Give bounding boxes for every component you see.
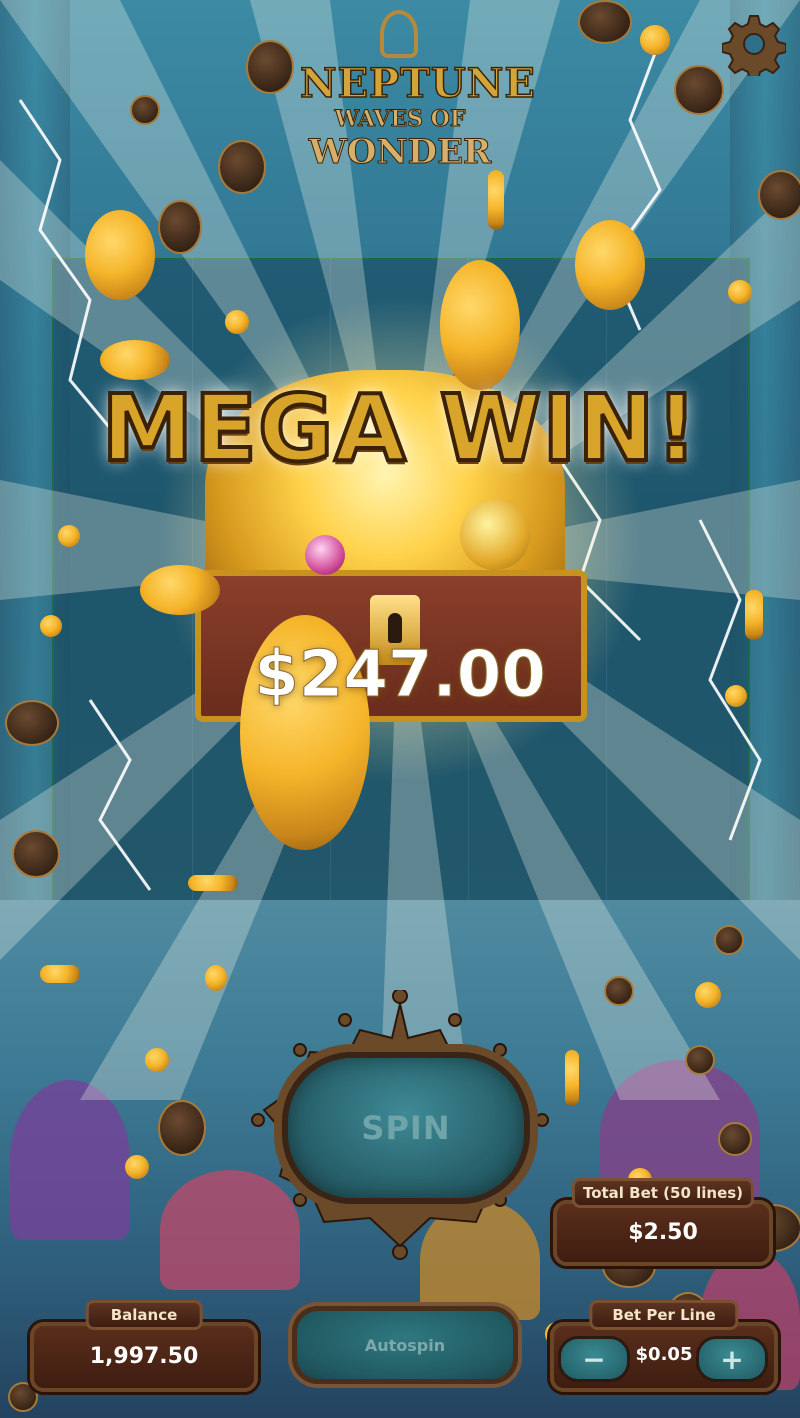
dark-coin <box>246 40 294 94</box>
logo-title: NEPTUNE <box>299 59 536 108</box>
dark-coin <box>12 830 60 878</box>
gold-coin <box>40 615 62 637</box>
game-logo: NEPTUNE WAVES OF WONDER <box>299 10 536 173</box>
gold-coin <box>40 965 80 983</box>
spin-frame: SPIN <box>240 990 560 1270</box>
dark-coin <box>718 1122 752 1156</box>
total-bet-value: $2.50 <box>628 1220 698 1245</box>
dark-coin <box>714 925 744 955</box>
dark-coin <box>685 1045 715 1075</box>
trident-emblem-icon <box>380 10 418 58</box>
win-amount: $247.00 <box>254 638 547 713</box>
gold-coin <box>745 590 763 640</box>
total-bet-label: Total Bet (50 lines) <box>571 1178 755 1208</box>
gold-coin <box>205 965 227 991</box>
logo-subtitle: WAVES OF <box>334 106 466 133</box>
increase-bet-button[interactable]: + <box>696 1336 768 1382</box>
gold-coin <box>575 220 645 310</box>
game-scene: NEPTUNE WAVES OF WONDER MEGA WIN! $247.0… <box>0 0 800 1418</box>
balance-panel: Balance 1,997.50 <box>30 1300 258 1392</box>
dark-coin <box>158 200 202 254</box>
gold-coin <box>188 875 238 891</box>
dark-coin <box>758 170 800 220</box>
dark-coin <box>604 976 634 1006</box>
dark-coin <box>130 95 160 125</box>
settings-button[interactable] <box>721 12 787 81</box>
coral <box>10 1080 130 1240</box>
gold-coin <box>440 260 520 390</box>
bet-per-line-label: Bet Per Line <box>589 1300 739 1330</box>
mega-win-banner: MEGA WIN! <box>100 373 700 484</box>
gold-coin <box>640 25 670 55</box>
gold-coin <box>565 1050 579 1106</box>
total-bet-panel: Total Bet (50 lines) $2.50 <box>553 1178 773 1266</box>
dark-coin <box>578 0 632 44</box>
gold-coin <box>488 170 504 230</box>
dark-coin <box>158 1100 206 1156</box>
dark-coin <box>218 140 266 194</box>
golden-skull-icon <box>460 500 530 570</box>
balance-label: Balance <box>85 1300 203 1330</box>
gold-coin <box>695 982 721 1008</box>
gold-coin <box>145 1048 169 1072</box>
gold-coin <box>100 340 170 380</box>
gold-coin <box>125 1155 149 1179</box>
balance-value: 1,997.50 <box>89 1344 199 1369</box>
autospin-button[interactable]: Autospin <box>292 1306 518 1384</box>
gold-coin <box>225 310 249 334</box>
spin-button[interactable]: SPIN <box>282 1052 530 1204</box>
gold-coin <box>85 210 155 300</box>
dark-coin <box>674 65 724 115</box>
bet-per-line-panel: Bet Per Line − $0.05 + <box>550 1300 778 1392</box>
pink-gem-icon <box>305 535 345 575</box>
gold-coin <box>58 525 80 547</box>
gear-icon <box>721 15 787 81</box>
logo-subtitle-2: WONDER <box>308 132 492 173</box>
gold-coin <box>140 565 220 615</box>
gold-coin <box>728 280 752 304</box>
